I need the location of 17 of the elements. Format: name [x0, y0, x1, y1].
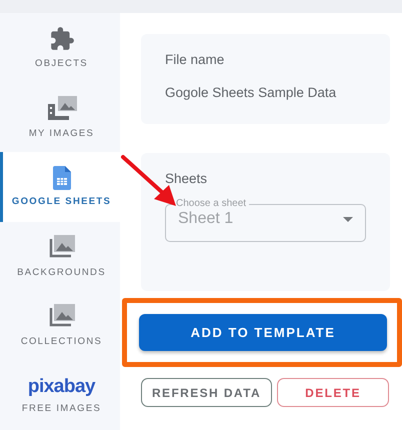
dropdown-caret-icon — [343, 216, 353, 222]
sidebar-item[interactable]: pixabay FREE IMAGES — [0, 360, 120, 430]
sheets-label: Sheets — [165, 171, 208, 186]
spreadsheet-icon — [52, 166, 70, 190]
sidebar-item[interactable]: COLLECTIONS — [0, 291, 120, 360]
file-name-value: Gogole Sheets Sample Data — [165, 85, 338, 100]
delete-button[interactable]: DELETE — [277, 378, 389, 407]
sidebar-item[interactable]: MY IMAGES — [0, 82, 120, 152]
pixabay-logo: pixabay — [28, 376, 96, 397]
add-to-template-button[interactable]: ADD TO TEMPLATE — [139, 314, 387, 351]
sidebar-item[interactable]: OBJECTS — [0, 13, 120, 82]
sidebar-item[interactable]: BACKGROUNDS — [0, 222, 120, 291]
sidebar-item[interactable]: GOOGLE SHEETS — [0, 152, 120, 222]
refresh-button[interactable]: REFRESH DATA — [141, 378, 272, 407]
file-name-label: File name — [165, 52, 226, 67]
images-icon — [46, 96, 78, 122]
puzzle-icon — [48, 26, 74, 52]
